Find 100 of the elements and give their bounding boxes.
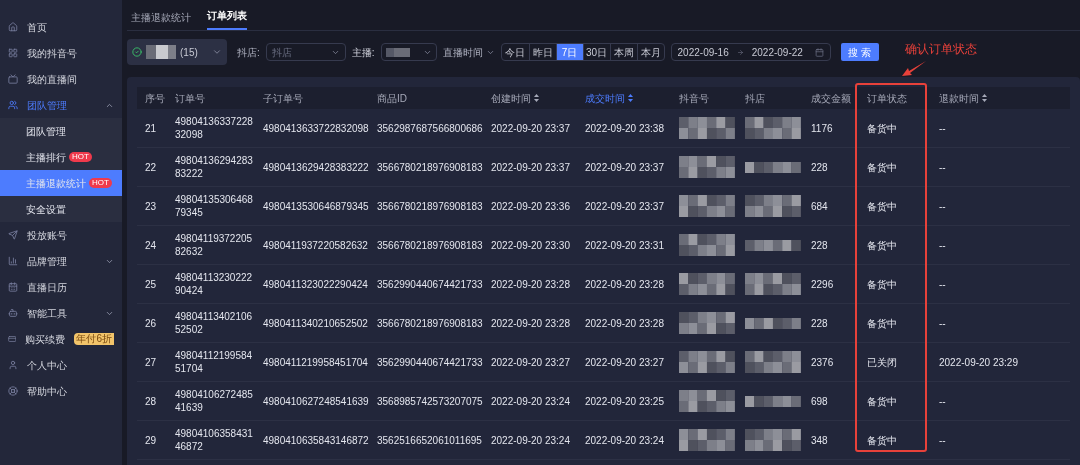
blurred-redaction <box>679 429 735 451</box>
range-option[interactable]: 本周 <box>609 44 637 60</box>
created-time: 2022-09-20 23:27 <box>491 356 570 368</box>
row-number: 21 <box>145 122 157 134</box>
sidebar-item[interactable]: 帮助中心 <box>0 378 122 404</box>
submenu-item[interactable]: 安全设置 <box>0 196 122 222</box>
order-number: 4980411937220582632 <box>175 232 254 258</box>
submenu-item[interactable]: 主播排行 HOT <box>0 144 122 170</box>
refund-time: -- <box>939 278 946 290</box>
range-option[interactable]: 今日 <box>501 44 529 60</box>
product-id: 3566780218976908183 <box>377 200 483 212</box>
submenu-item[interactable]: 团队管理 <box>0 118 122 144</box>
sort-icon[interactable] <box>534 94 539 102</box>
bar-chart-icon <box>8 256 18 266</box>
order-status: 备货中 <box>867 161 897 173</box>
card-icon <box>8 334 17 344</box>
sidebar-item[interactable]: 个人中心 <box>0 352 122 378</box>
sidebar-item[interactable]: 投放账号 <box>0 222 122 248</box>
created-time: 2022-09-20 23:36 <box>491 200 570 212</box>
blurred-redaction <box>679 156 735 178</box>
sub-order-number: 4980413633722832098 <box>263 122 369 134</box>
column-header[interactable]: 退款时间 <box>939 90 979 106</box>
order-status: 已关闭 <box>867 356 897 368</box>
account-select[interactable]: (15) <box>127 39 227 65</box>
submenu-item[interactable]: 主播退款统计 HOT <box>0 170 122 196</box>
column-header: 订单号 <box>175 91 205 106</box>
sort-icon[interactable] <box>982 94 987 102</box>
sidebar-item[interactable]: 首页 <box>0 14 122 40</box>
shop-select[interactable]: 抖店 <box>265 43 346 61</box>
sidebar-label: 团队管理 <box>27 98 67 113</box>
arrow-right-icon <box>736 48 744 56</box>
row-number: 24 <box>145 239 157 251</box>
sidebar-item[interactable]: 智能工具 <box>0 300 122 326</box>
row-number: 22 <box>145 161 157 173</box>
blurred-redaction <box>146 45 176 59</box>
blurred-redaction <box>745 239 801 251</box>
anchor-select[interactable] <box>380 43 437 61</box>
calendar-icon <box>8 282 18 292</box>
date-range-field[interactable]: 2022-09-16 2022-09-22 <box>670 43 831 61</box>
amount: 228 <box>811 317 828 329</box>
blurred-redaction <box>745 161 801 173</box>
submenu-label: 团队管理 <box>26 124 66 139</box>
sidebar-item[interactable]: 购买续费 年付6折 <box>0 326 122 352</box>
annotation-text: 确认订单状态 <box>905 41 977 58</box>
paid-time: 2022-09-20 23:27 <box>585 356 664 368</box>
time-type-select[interactable]: 直播时间 <box>442 44 495 60</box>
sidebar-label: 直播日历 <box>27 280 67 295</box>
amount: 684 <box>811 200 828 212</box>
sidebar-item[interactable]: 团队管理 <box>0 92 122 118</box>
sidebar-label: 我的直播间 <box>27 72 77 87</box>
blurred-redaction <box>745 273 801 295</box>
paid-time: 2022-09-20 23:28 <box>585 278 664 290</box>
blurred-redaction <box>745 117 801 139</box>
tab[interactable]: 主播退款统计 <box>131 10 191 30</box>
sort-icon[interactable] <box>628 94 633 102</box>
sub-order-number: 4980410627248541639 <box>263 395 369 407</box>
sub-order-number: 4980413530646879345 <box>263 200 369 212</box>
sidebar-label: 品牌管理 <box>27 254 67 269</box>
range-option[interactable]: 本月 <box>636 44 664 60</box>
product-id: 3562987687566800686 <box>377 122 483 134</box>
blurred-redaction <box>745 429 801 451</box>
select-placeholder: 抖店 <box>271 45 292 60</box>
refund-time: -- <box>939 161 946 173</box>
sidebar-item[interactable]: 品牌管理 <box>0 248 122 274</box>
column-header: 抖店 <box>745 91 765 106</box>
refund-time: -- <box>939 317 946 329</box>
sidebar-label: 投放账号 <box>27 228 67 243</box>
column-header: 订单状态 <box>867 91 907 106</box>
search-button[interactable]: 搜 索 <box>840 43 879 61</box>
tab[interactable]: 订单列表 <box>207 8 247 30</box>
sidebar-item[interactable]: 我的抖音号 <box>0 40 122 66</box>
order-status: 备货中 <box>867 122 897 134</box>
range-option[interactable]: 昨日 <box>528 44 556 60</box>
product-id: 3566780218976908183 <box>377 239 483 251</box>
sidebar-item[interactable]: 直播日历 <box>0 274 122 300</box>
created-time: 2022-09-20 23:28 <box>491 317 570 329</box>
created-time: 2022-09-20 23:24 <box>491 434 570 446</box>
range-option[interactable]: 7日 <box>555 44 583 60</box>
tv-icon <box>8 74 18 84</box>
sub-order-number: 4980413629428383222 <box>263 161 369 173</box>
product-id: 3562990440674421733 <box>377 356 483 368</box>
sub-order-number: 4980411323022290424 <box>263 278 368 290</box>
column-header: 抖音号 <box>679 91 709 106</box>
amount: 228 <box>811 239 828 251</box>
paid-time: 2022-09-20 23:37 <box>585 200 664 212</box>
refund-time: -- <box>939 239 946 251</box>
order-number: 4980411219958451704 <box>175 349 254 375</box>
product-id: 3562990440674421733 <box>377 278 483 290</box>
submenu-label: 安全设置 <box>26 202 66 217</box>
order-number: 4980411340210652502 <box>175 310 254 336</box>
blurred-redaction <box>745 351 801 373</box>
blurred-redaction <box>745 195 801 217</box>
column-header: 商品ID <box>377 91 407 106</box>
column-header[interactable]: 创建时间 <box>491 90 531 106</box>
column-header[interactable]: 成交时间 <box>585 90 625 106</box>
annotation-arrow <box>902 60 926 77</box>
order-status: 备货中 <box>867 395 897 407</box>
range-option[interactable]: 30日 <box>582 44 610 60</box>
sidebar-item[interactable]: 我的直播间 <box>0 66 122 92</box>
column-header: 成交金额 <box>811 91 851 106</box>
